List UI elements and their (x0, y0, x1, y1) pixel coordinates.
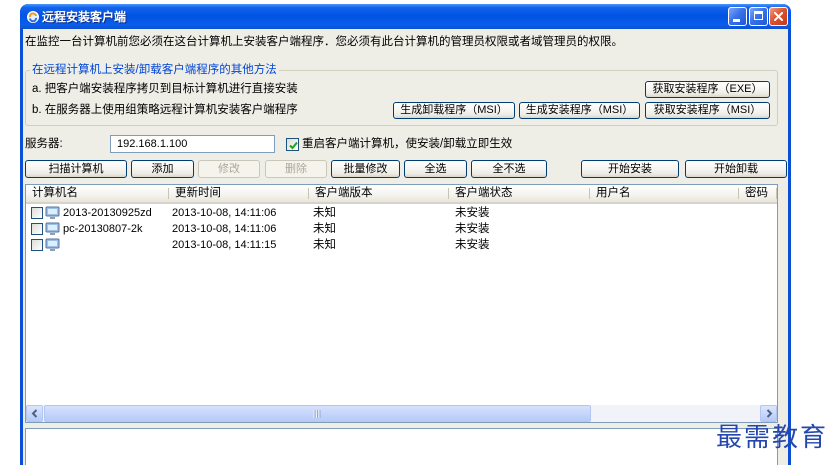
scroll-right-button[interactable] (760, 405, 777, 422)
minimize-icon (733, 19, 740, 22)
start-install-button[interactable]: 开始安装 (581, 160, 679, 178)
computer-icon (45, 206, 60, 219)
client-version-cell: 未知 (313, 223, 336, 235)
maximize-button[interactable] (749, 7, 768, 26)
intro-text: 在监控一台计算机前您必须在这台计算机上安装客户端程序．您必须有此台计算机的管理员… (25, 36, 623, 48)
chevron-left-icon (31, 409, 38, 418)
client-version-cell: 未知 (313, 207, 336, 219)
update-time-cell: 2013-10-08, 14:11:06 (172, 207, 277, 219)
get-msi-installer-button[interactable]: 获取安装程序（MSI） (645, 102, 770, 119)
column-header-client-status[interactable]: 客户端状态 (449, 185, 590, 202)
generate-uninstall-msi-button[interactable]: 生成卸载程序（MSI） (393, 102, 515, 119)
computer-icon (45, 238, 60, 251)
list-header: 计算机名 更新时间 客户端版本 客户端状态 用户名 密码 (26, 185, 777, 204)
edit-button[interactable]: 修改 (198, 160, 260, 178)
column-header-computer-name[interactable]: 计算机名 (26, 185, 169, 202)
row-checkbox[interactable] (31, 223, 43, 235)
computer-name-cell: 2013-20130925zd (63, 207, 152, 219)
column-header-username[interactable]: 用户名 (590, 185, 739, 202)
window-title: 远程安装客户端 (42, 10, 127, 24)
horizontal-scrollbar[interactable] (26, 405, 777, 422)
server-label: 服务器: (25, 138, 63, 150)
table-row[interactable]: 2013-20130925zd 2013-10-08, 14:11:06 未知 … (26, 205, 777, 221)
server-address-input[interactable] (110, 135, 275, 153)
scrollbar-thumb[interactable] (44, 405, 591, 422)
select-none-button[interactable]: 全不选 (471, 160, 547, 178)
table-row[interactable]: 2013-10-08, 14:11:15 未知 未安装 (26, 237, 777, 253)
get-exe-installer-button[interactable]: 获取安装程序（EXE） (645, 81, 770, 98)
groupbox-title: 在远程计算机上安装/卸载客户端程序的其他方法 (30, 63, 279, 77)
watermark: 最需教育 (716, 423, 829, 453)
update-time-cell: 2013-10-08, 14:11:06 (172, 223, 277, 235)
update-time-cell: 2013-10-08, 14:11:15 (172, 239, 277, 251)
row-checkbox[interactable] (31, 207, 43, 219)
chevron-right-icon (766, 409, 773, 418)
column-header-client-version[interactable]: 客户端版本 (309, 185, 449, 202)
maximize-icon (754, 11, 763, 20)
restart-checkbox-label: 重启客户端计算机，使安装/卸载立即生效 (302, 138, 513, 150)
column-header-update-time[interactable]: 更新时间 (169, 185, 309, 202)
client-version-cell: 未知 (313, 239, 336, 251)
client-status-cell: 未安装 (455, 223, 490, 235)
remote-install-window: 远程安装客户端 在监控一台计算机前您必须在这台计算机上安装客户端程序．您必须有此… (20, 4, 791, 465)
screen: 远程安装客户端 在监控一台计算机前您必须在这台计算机上安装客户端程序．您必须有此… (0, 0, 835, 465)
row-checkbox[interactable] (31, 239, 43, 251)
client-status-cell: 未安装 (455, 239, 490, 251)
client-status-cell: 未安装 (455, 207, 490, 219)
restart-checkbox-box[interactable] (286, 138, 299, 151)
other-methods-groupbox: 在远程计算机上安装/卸载客户端程序的其他方法 a. 把客户端安装程序拷贝到目标计… (25, 63, 778, 126)
add-button[interactable]: 添加 (131, 160, 194, 178)
checkmark-icon (289, 141, 298, 150)
computer-icon (45, 222, 60, 235)
column-header-password[interactable]: 密码 (739, 185, 777, 202)
output-panel (25, 428, 778, 465)
remote-install-icon[interactable] (26, 10, 40, 24)
delete-button[interactable]: 删除 (265, 160, 327, 178)
scan-computers-button[interactable]: 扫描计算机 (25, 160, 127, 178)
start-uninstall-button[interactable]: 开始卸载 (685, 160, 787, 178)
close-icon (774, 12, 783, 21)
remote-install-icon-graphic (27, 11, 39, 23)
computer-name-cell: pc-20130807-2k (63, 223, 143, 235)
minimize-button[interactable] (728, 7, 747, 26)
title-bar[interactable]: 远程安装客户端 (20, 4, 791, 29)
table-row[interactable]: pc-20130807-2k 2013-10-08, 14:11:06 未知 未… (26, 221, 777, 237)
scroll-left-button[interactable] (26, 405, 43, 422)
computer-list[interactable]: 计算机名 更新时间 客户端版本 客户端状态 用户名 密码 2013-201309… (25, 184, 778, 423)
method-a-text: a. 把客户端安装程序拷贝到目标计算机进行直接安装 (32, 83, 298, 95)
method-b-text: b. 在服务器上使用组策略远程计算机安装客户端程序 (32, 104, 298, 116)
generate-install-msi-button[interactable]: 生成安装程序（MSI） (519, 102, 640, 119)
grip-icon (313, 410, 321, 418)
select-all-button[interactable]: 全选 (404, 160, 467, 178)
batch-edit-button[interactable]: 批量修改 (331, 160, 400, 178)
close-button[interactable] (769, 7, 788, 26)
